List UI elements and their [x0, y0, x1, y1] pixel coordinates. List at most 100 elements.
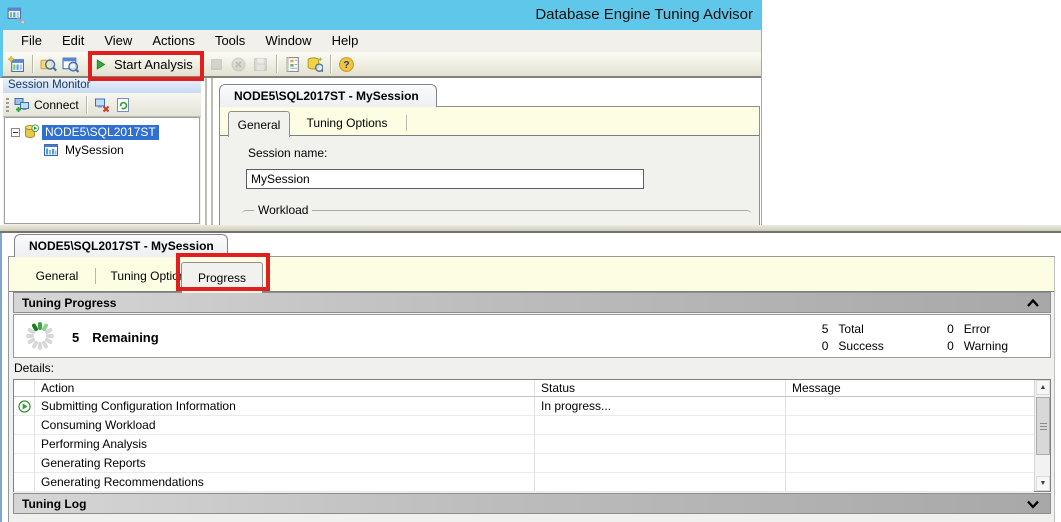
toolbar-grip[interactable]: [6, 98, 9, 112]
app-icon: [7, 6, 25, 24]
menu-bar: FileEditViewActionsToolsWindowHelp: [0, 30, 761, 52]
counter-label: Success: [838, 339, 883, 353]
refresh-icon[interactable]: [115, 97, 131, 113]
menu-view[interactable]: View: [94, 30, 142, 52]
remaining-label: Remaining: [92, 330, 158, 345]
menu-tools[interactable]: Tools: [205, 30, 255, 52]
tab-tuning-options-top-label: Tuning Options: [307, 116, 388, 130]
tree-node-server[interactable]: NODE5\SQL2017ST: [5, 123, 199, 141]
document-tab-top[interactable]: NODE5\SQL2017ST - MySession: [219, 84, 437, 107]
toolbar-separator: [276, 55, 277, 73]
cancel-icon[interactable]: [230, 56, 247, 73]
collapse-chevron-icon[interactable]: [1026, 298, 1040, 308]
counter-success: 0 Success: [816, 337, 883, 354]
view-reports-icon[interactable]: [62, 56, 79, 73]
session-node-label[interactable]: MySession: [62, 143, 127, 158]
header-status[interactable]: Status: [535, 380, 786, 396]
window-title: Database Engine Tuning Advisor: [535, 0, 753, 30]
menu-window[interactable]: Window: [255, 30, 321, 52]
table-row[interactable]: Generating Recommendations: [14, 473, 1034, 492]
server-node-label[interactable]: NODE5\SQL2017ST: [42, 125, 159, 140]
row-status: [535, 454, 786, 472]
row-message: [786, 473, 1034, 491]
tab-general-bottom[interactable]: General: [25, 262, 89, 290]
table-row[interactable]: Submitting Configuration InformationIn p…: [14, 397, 1034, 416]
help-icon[interactable]: ?: [338, 56, 355, 73]
counter-value: 0: [942, 339, 954, 353]
tab-general-top-label: General: [238, 118, 281, 132]
session-name-label: Session name:: [248, 146, 327, 160]
tuning-progress-header[interactable]: Tuning Progress: [13, 292, 1051, 313]
row-action: Generating Reports: [35, 454, 535, 472]
menu-edit[interactable]: Edit: [52, 30, 94, 52]
connect-button[interactable]: Connect: [14, 97, 79, 113]
open-workload-icon[interactable]: [40, 56, 57, 73]
tab-general-top[interactable]: General: [228, 111, 290, 137]
header-icon-column: [14, 380, 35, 396]
details-label: Details:: [14, 361, 54, 375]
expand-chevron-icon[interactable]: [1026, 499, 1040, 509]
counter-value: 0: [816, 339, 828, 353]
counter-label: Error: [964, 322, 991, 336]
panel-splitter[interactable]: [211, 78, 213, 225]
toolbar-separator: [330, 55, 331, 73]
window-edge-bar: [0, 225, 1061, 233]
row-action: Generating Recommendations: [35, 473, 535, 491]
session-name-input[interactable]: [246, 169, 644, 189]
tab-tuning-options-top[interactable]: Tuning Options: [298, 111, 396, 135]
menu-file[interactable]: File: [11, 30, 52, 52]
screenshot-canvas: Database Engine Tuning Advisor FileEditV…: [0, 0, 1061, 522]
details-table: Action Status Message Submitting Configu…: [13, 379, 1051, 492]
header-action[interactable]: Action: [35, 380, 535, 396]
title-bar[interactable]: Database Engine Tuning Advisor: [0, 0, 761, 30]
in-progress-icon: [18, 400, 31, 413]
row-status: [535, 435, 786, 453]
counter-label: Total: [838, 322, 863, 336]
scrollbar-grip: [1040, 423, 1047, 430]
table-scrollbar[interactable]: ▲ ▼: [1034, 380, 1050, 491]
database-server-icon: [23, 124, 39, 140]
menu-actions[interactable]: Actions: [142, 30, 205, 52]
disconnect-icon[interactable]: [94, 97, 110, 113]
remaining-count: 5: [72, 330, 79, 345]
row-message: [786, 454, 1034, 472]
row-message: [786, 397, 1034, 415]
tuning-log-header[interactable]: Tuning Log: [13, 493, 1051, 514]
tab-divider: [95, 268, 96, 284]
details-table-inner: Action Status Message Submitting Configu…: [14, 380, 1034, 491]
tab-divider: [406, 115, 407, 131]
session-tree: NODE5\SQL2017ST MySession: [4, 117, 200, 224]
tuning-options-icon[interactable]: [306, 56, 323, 73]
menu-help[interactable]: Help: [322, 30, 369, 52]
counter-total: 5Total: [816, 320, 883, 337]
progress-counters: 5Total 0 Success 0Error 0 Warning: [816, 320, 1008, 354]
report-icon[interactable]: [284, 56, 301, 73]
scroll-up-icon[interactable]: ▲: [1036, 380, 1050, 395]
session-icon: [43, 142, 59, 158]
row-icon-cell-empty: [14, 416, 35, 434]
panel-splitter[interactable]: [205, 78, 207, 225]
remaining-status: 5 Remaining: [72, 315, 159, 359]
counter-error: 0Error: [942, 320, 1008, 337]
annotation-start-analysis: [88, 51, 204, 81]
table-row[interactable]: Consuming Workload: [14, 416, 1034, 435]
session-monitor-panel: Session Monitor Connect: [3, 78, 201, 225]
tab-general-bottom-label: General: [36, 269, 79, 283]
tab-strip-bottom: General Tuning Options Progress: [9, 257, 1054, 292]
toolbar-separator: [86, 96, 87, 114]
scroll-down-icon[interactable]: ▼: [1036, 476, 1050, 491]
stop-analysis-icon[interactable]: [208, 56, 225, 73]
counter-label: Warning: [964, 339, 1008, 353]
tree-node-session[interactable]: MySession: [5, 141, 199, 159]
scrollbar-thumb[interactable]: [1036, 397, 1050, 455]
workload-groupbox: Workload: [242, 210, 751, 224]
new-session-icon[interactable]: [8, 56, 25, 73]
collapse-expander-icon[interactable]: [11, 128, 20, 137]
document-tab-top-label: NODE5\SQL2017ST - MySession: [234, 89, 419, 103]
table-row[interactable]: Generating Reports: [14, 454, 1034, 473]
save-icon[interactable]: [252, 56, 269, 73]
table-row[interactable]: Performing Analysis: [14, 435, 1034, 454]
annotation-progress-tab: [176, 253, 270, 291]
header-message[interactable]: Message: [786, 380, 1034, 396]
document-tab-bottom-label: NODE5\SQL2017ST - MySession: [29, 239, 214, 253]
